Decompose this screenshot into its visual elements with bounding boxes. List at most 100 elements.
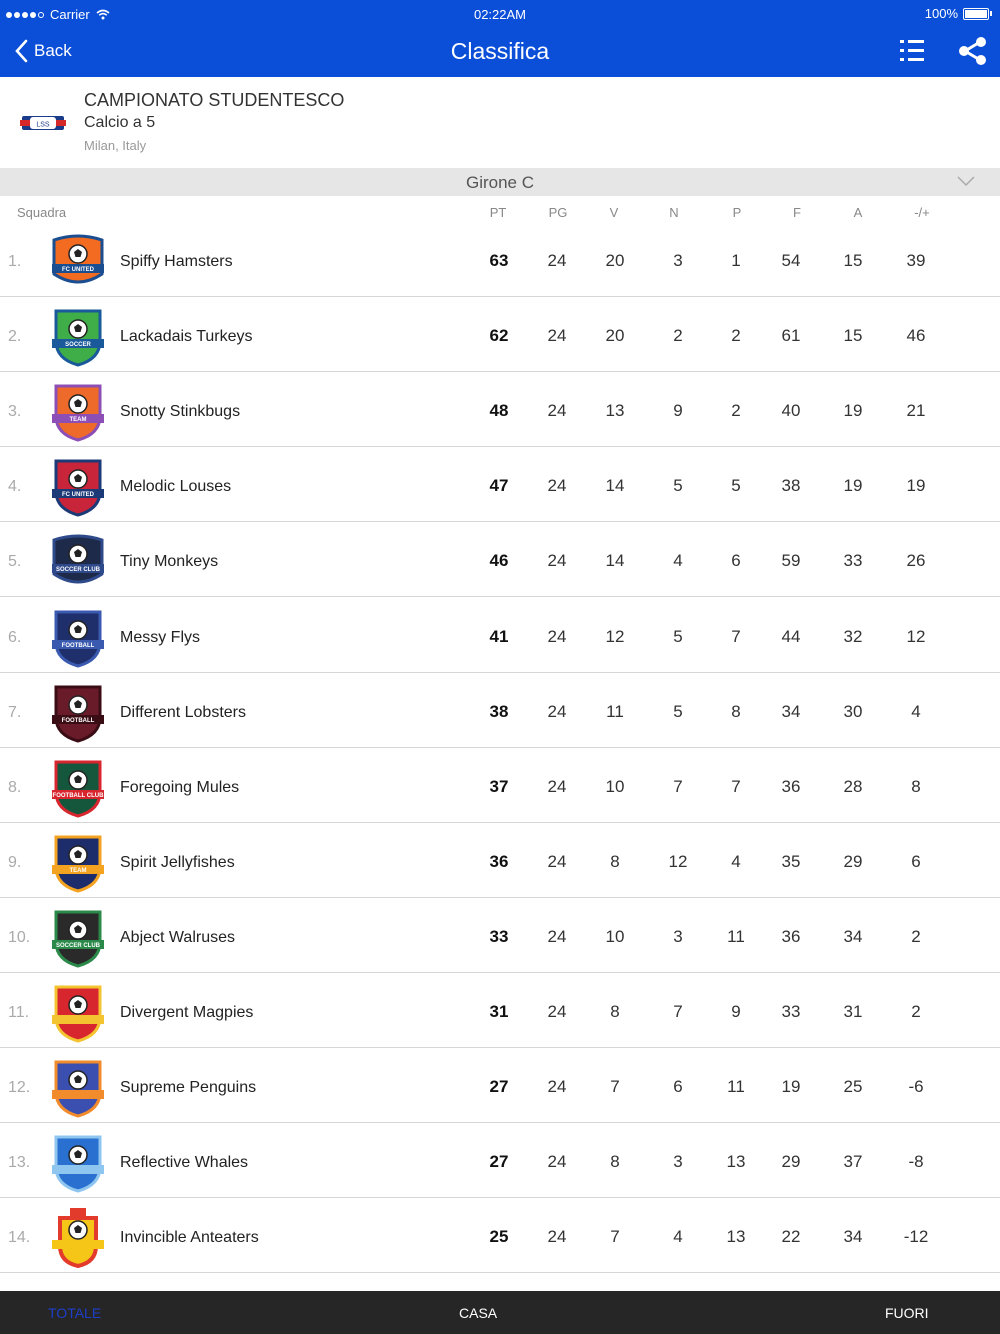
team-stat-diff: -12: [903, 1227, 929, 1247]
table-row[interactable]: 14. Invincible Anteaters 25 24 7 4 13 22 34 -12: [0, 1198, 1000, 1274]
team-stat-v: 20: [605, 251, 625, 270]
team-stat-f: 40: [781, 401, 801, 421]
team-logo-icon: FC UNITED: [52, 234, 104, 284]
team-stat-a: 31: [843, 1002, 863, 1021]
team-stat-n: 3: [673, 926, 683, 946]
team-name: Abject Walruses: [120, 928, 235, 946]
championship-title: CAMPIONATO STUDENTESCO: [84, 90, 345, 110]
group-selector[interactable]: Girone C: [0, 168, 1000, 196]
team-position: 5.: [8, 553, 22, 571]
team-stat-a: 15: [843, 251, 863, 270]
team-stat-n: 9: [673, 401, 683, 421]
top-bar: Carrier 02:22AM 100% Back Classifica: [0, 0, 1000, 77]
team-stat-pt: 48: [489, 401, 509, 421]
team-logo-text: SOCCER: [65, 342, 91, 348]
table-row[interactable]: 8. FOOTBALL CLUB Foregoing Mules 37 24 10 7 7 36…: [0, 748, 1000, 823]
team-name: Tiny Monkeys: [120, 553, 219, 571]
team-name: Spiffy Hamsters: [120, 253, 233, 270]
team-stat-p: 8: [731, 701, 741, 721]
team-stat-f: 34: [781, 701, 801, 721]
team-stat-v: 8: [610, 851, 620, 871]
status-right: 100%: [925, 6, 992, 21]
team-stat-pt: 27: [489, 1077, 509, 1097]
team-stat-v: 10: [605, 776, 625, 796]
team-stat-p: 5: [731, 476, 741, 496]
team-stat-v: 11: [606, 701, 624, 721]
column-header-team: Squadra: [17, 205, 67, 220]
team-stat-diff: 2: [911, 926, 921, 946]
team-stat-f: 29: [781, 1152, 801, 1172]
team-position: 4.: [8, 478, 22, 496]
battery-icon: [963, 7, 989, 20]
chevron-down-icon: [957, 176, 975, 187]
table-row[interactable]: 13. Reflective Whales 27 24 8 3 13 29 37 -8: [0, 1123, 1000, 1199]
list-button[interactable]: [898, 36, 928, 66]
team-stat-diff: 39: [906, 251, 926, 270]
team-stat-pg: 24: [547, 926, 567, 946]
team-stat-n: 5: [673, 626, 683, 646]
team-stat-f: 35: [781, 851, 801, 871]
team-stat-f: 44: [781, 626, 801, 646]
team-stat-v: 12: [605, 626, 625, 646]
team-logo-text: SOCCER CLUB: [56, 567, 101, 573]
table-row[interactable]: 5. SOCCER CLUB Tiny Monkeys 46 24 14 4 6 59 33 26: [0, 522, 1000, 598]
tab-casa[interactable]: CASA: [459, 1305, 497, 1321]
team-name: Divergent Magpies: [120, 1004, 254, 1021]
table-row[interactable]: 12. Supreme Penguins 27 24 7 6 11 19 25 -6: [0, 1048, 1000, 1124]
team-logo-text: FOOTBALL CLUB: [53, 793, 105, 799]
team-stat-a: 33: [843, 551, 863, 571]
table-row[interactable]: 10. SOCCER CLUB Abject Walruses 33 24 10 3 11 36…: [0, 898, 1000, 973]
team-position: 6.: [8, 628, 22, 646]
team-position: 2.: [8, 328, 22, 346]
team-name: Invincible Anteaters: [120, 1229, 259, 1247]
team-stat-f: 38: [781, 476, 801, 496]
team-stat-n: 4: [673, 1227, 683, 1247]
team-stat-v: 10: [605, 926, 625, 946]
team-logo-icon: SOCCER CLUB: [52, 910, 104, 968]
team-stat-pt: 33: [489, 926, 509, 946]
table-row[interactable]: 7. FOOTBALL Different Lobsters 38 24 11 5 8 34 30…: [0, 673, 1000, 748]
battery-percent: 100%: [924, 6, 958, 21]
team-stat-pt: 25: [489, 1227, 509, 1247]
team-logo-icon: TEAM: [52, 835, 104, 893]
team-stat-n: 2: [673, 326, 683, 346]
table-row[interactable]: 4. FC UNITED Melodic Louses 47 24 14 5 5 38 19 19: [0, 447, 1000, 523]
team-position: 11.: [8, 1004, 30, 1021]
tab-totale[interactable]: TOTALE: [48, 1305, 101, 1321]
team-stat-pt: 46: [489, 551, 509, 571]
team-stat-a: 19: [843, 476, 863, 496]
team-stat-pg: 24: [547, 326, 567, 346]
team-stat-n: 12: [668, 851, 688, 871]
team-stat-v: 14: [605, 476, 625, 496]
team-stat-diff: 6: [911, 851, 921, 871]
team-stat-n: 3: [673, 1152, 683, 1172]
team-stat-pg: 24: [547, 551, 567, 571]
team-stat-v: 20: [605, 326, 625, 346]
team-stat-a: 32: [843, 626, 863, 646]
bottom-tab-bar: TOTALE CASA FUORI: [0, 1291, 1000, 1334]
team-stat-p: 11: [727, 926, 745, 946]
tab-fuori[interactable]: FUORI: [885, 1305, 929, 1321]
share-button[interactable]: [956, 36, 988, 66]
team-logo-text: TEAM: [70, 417, 87, 423]
table-row[interactable]: 2. SOCCER Lackadais Turkeys 62 24 20 2 2 61 15 46: [0, 297, 1000, 373]
team-stat-pg: 24: [547, 701, 567, 721]
table-row[interactable]: 3. TEAM Snotty Stinkbugs 48 24 13 9 2 40 19 21: [0, 372, 1000, 448]
table-row[interactable]: 11. Divergent Magpies 31 24 8 7 9 33 31 2: [0, 973, 1000, 1048]
team-stat-p: 7: [731, 776, 741, 796]
team-logo-icon: SOCCER: [52, 309, 104, 367]
table-row[interactable]: 9. TEAM Spirit Jellyfishes 36 24 8 12 4 35 29 6: [0, 823, 1000, 898]
team-stat-pt: 36: [489, 851, 509, 871]
team-stat-diff: 2: [911, 1002, 921, 1021]
team-stat-f: 36: [781, 776, 801, 796]
team-name: Different Lobsters: [120, 703, 246, 721]
table-row[interactable]: 6. FOOTBALL Messy Flys 41 24 12 5 7 44 32 12: [0, 598, 1000, 673]
team-stat-n: 7: [673, 776, 683, 796]
team-stat-pt: 27: [489, 1152, 509, 1172]
team-stat-a: 37: [843, 1152, 863, 1172]
team-stat-pt: 37: [489, 776, 509, 796]
team-stat-p: 6: [731, 551, 741, 571]
table-row[interactable]: 1. FC UNITED Spiffy Hamsters 63 24 20 3 1 54 15 39: [0, 222, 1000, 297]
team-stat-f: 22: [781, 1227, 801, 1247]
page-title: Classifica: [450, 38, 550, 64]
